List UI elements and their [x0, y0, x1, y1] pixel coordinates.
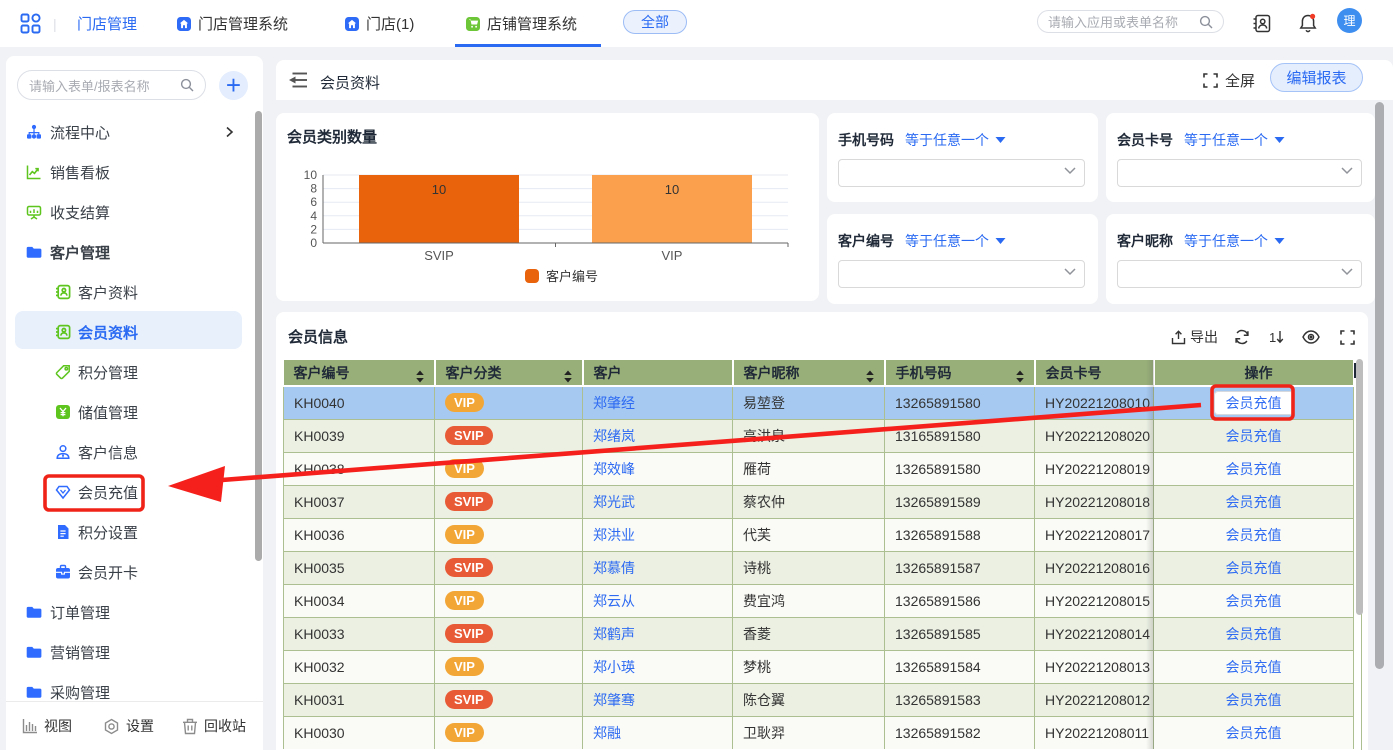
- svg-text:2: 2: [310, 222, 317, 236]
- svg-text:10: 10: [304, 168, 318, 182]
- svg-text:SVIP: SVIP: [424, 248, 454, 263]
- svg-text:VIP: VIP: [662, 248, 683, 263]
- svg-text:0: 0: [310, 236, 317, 250]
- svg-text:客户编号: 客户编号: [546, 269, 598, 284]
- svg-text:10: 10: [432, 182, 446, 197]
- svg-text:6: 6: [310, 195, 317, 209]
- svg-text:1: 1: [1269, 330, 1276, 345]
- svg-text:4: 4: [310, 209, 317, 223]
- svg-text:10: 10: [665, 182, 679, 197]
- svg-text:8: 8: [310, 182, 317, 196]
